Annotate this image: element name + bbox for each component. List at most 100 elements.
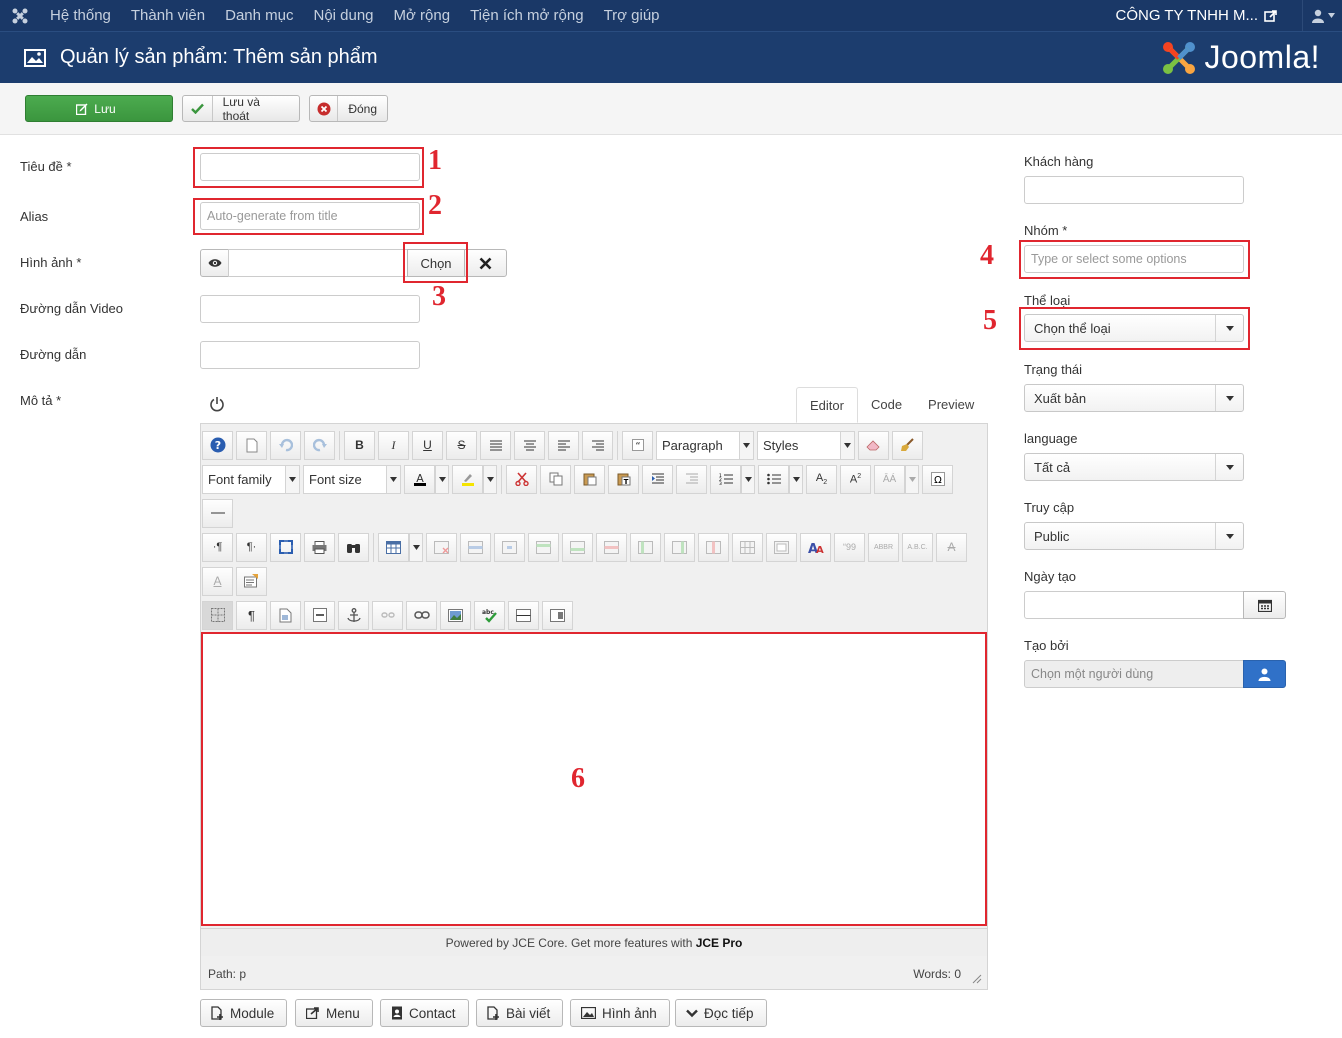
justify-full-icon[interactable] — [480, 430, 511, 460]
citation-icon[interactable]: “99 — [834, 532, 865, 562]
cell-props-icon[interactable] — [494, 532, 525, 562]
insert-col-before-icon[interactable] — [630, 532, 661, 562]
paste-icon[interactable] — [574, 464, 605, 494]
menu-extensions[interactable]: Mở rộng — [384, 0, 461, 31]
menu-categories[interactable]: Danh mục — [215, 0, 303, 31]
joomla-menu-icon[interactable] — [0, 0, 40, 31]
insert-image-button[interactable]: Hình ảnh — [570, 999, 670, 1027]
calendar-button[interactable] — [1243, 591, 1286, 619]
image-clear-button[interactable] — [464, 249, 507, 277]
chevron-down-icon[interactable] — [905, 464, 919, 494]
insert-menu-button[interactable]: Menu — [295, 999, 373, 1027]
strikethrough-icon[interactable]: S — [446, 430, 477, 460]
text-color-icon[interactable]: A — [404, 464, 435, 494]
unlink-icon[interactable] — [372, 600, 403, 630]
jce-pro-link[interactable]: JCE Pro — [696, 936, 743, 950]
special-char-icon[interactable]: Ω — [922, 464, 953, 494]
save-button[interactable]: Lưu — [25, 95, 173, 122]
chevron-down-icon[interactable] — [741, 464, 755, 494]
print-icon[interactable] — [304, 532, 335, 562]
format-select[interactable]: Paragraph — [656, 430, 754, 460]
editor-content-area[interactable] — [201, 632, 987, 926]
visual-aid-icon[interactable] — [202, 600, 233, 630]
menu-components[interactable]: Tiện ích mở rộng — [460, 0, 594, 31]
cleanup-broom-icon[interactable] — [892, 430, 923, 460]
resize-grip-icon[interactable] — [972, 974, 982, 984]
chevron-down-icon[interactable] — [789, 464, 803, 494]
chevron-down-icon[interactable] — [409, 532, 423, 562]
chevron-down-icon[interactable] — [483, 464, 497, 494]
subscript-icon[interactable]: A2 — [806, 464, 837, 494]
power-icon[interactable] — [209, 396, 225, 412]
acronym-icon[interactable]: A.B.C. — [902, 532, 933, 562]
video-url-input[interactable] — [200, 295, 420, 323]
insert-row-before-icon[interactable] — [528, 532, 559, 562]
menu-help[interactable]: Trợ giúp — [594, 0, 670, 31]
table-insert-icon[interactable] — [378, 532, 409, 562]
italic-icon[interactable]: I — [378, 430, 409, 460]
menu-users[interactable]: Thành viên — [121, 0, 215, 31]
insert-row-after-icon[interactable] — [562, 532, 593, 562]
indent-icon[interactable] — [642, 464, 673, 494]
tab-code[interactable]: Code — [858, 387, 915, 423]
site-name-link[interactable]: CÔNG TY TNHH M... — [1115, 7, 1264, 24]
fullscreen-icon[interactable] — [270, 532, 301, 562]
rtl-icon[interactable]: ¶· — [236, 532, 267, 562]
user-menu-icon[interactable] — [1302, 0, 1342, 31]
help-icon[interactable]: ? — [202, 430, 233, 460]
image-manager-icon[interactable] — [440, 600, 471, 630]
link-input[interactable] — [200, 341, 420, 369]
close-button[interactable]: Đóng — [309, 95, 388, 122]
highlight-color-icon[interactable] — [452, 464, 483, 494]
bold-icon[interactable]: B — [344, 430, 375, 460]
page-break-icon[interactable] — [304, 600, 335, 630]
paste-text-icon[interactable]: T — [608, 464, 639, 494]
status-select[interactable]: Xuất bản — [1024, 384, 1244, 412]
show-blocks-icon[interactable]: ¶ — [236, 600, 267, 630]
horizontal-line-icon[interactable] — [508, 600, 539, 630]
template-icon[interactable] — [270, 600, 301, 630]
insert-article-button[interactable]: Bài viết — [476, 999, 564, 1027]
customer-input[interactable] — [1024, 176, 1244, 204]
insertion-icon[interactable]: A — [202, 566, 233, 596]
cut-icon[interactable] — [506, 464, 537, 494]
style-props-icon[interactable]: AA — [800, 532, 831, 562]
numbered-list-icon[interactable]: 123 — [710, 464, 741, 494]
outdent-icon[interactable] — [676, 464, 707, 494]
eraser-icon[interactable] — [858, 430, 889, 460]
insert-module-button[interactable]: Module — [200, 999, 288, 1027]
character-map-icon[interactable]: ĀÁ — [874, 464, 905, 494]
spellcheck-icon[interactable]: abc — [474, 600, 505, 630]
menu-content[interactable]: Nội dung — [303, 0, 383, 31]
menu-system[interactable]: Hệ thống — [40, 0, 121, 31]
insert-col-after-icon[interactable] — [664, 532, 695, 562]
ltr-icon[interactable]: ·¶ — [202, 532, 233, 562]
created-by-input[interactable]: Chọn một người dùng — [1024, 660, 1244, 688]
created-date-input[interactable] — [1024, 591, 1244, 619]
undo-icon[interactable] — [270, 430, 301, 460]
new-document-icon[interactable] — [236, 430, 267, 460]
read-more-button[interactable]: Đọc tiếp — [675, 999, 767, 1027]
link-icon[interactable] — [406, 600, 437, 630]
redo-icon[interactable] — [304, 430, 335, 460]
superscript-icon[interactable]: A2 — [840, 464, 871, 494]
align-right-icon[interactable] — [582, 430, 613, 460]
horizontal-rule-icon[interactable] — [202, 498, 233, 528]
delete-row-icon[interactable] — [596, 532, 627, 562]
merge-cells-icon[interactable] — [766, 532, 797, 562]
select-user-button[interactable] — [1243, 660, 1286, 688]
media-icon[interactable] — [542, 600, 573, 630]
deletion-icon[interactable]: A — [936, 532, 967, 562]
chevron-down-icon[interactable] — [435, 464, 449, 494]
bullet-list-icon[interactable] — [758, 464, 789, 494]
anchor-icon[interactable] — [338, 600, 369, 630]
external-link-icon[interactable] — [1264, 9, 1278, 23]
underline-icon[interactable]: U — [412, 430, 443, 460]
split-cells-icon[interactable] — [732, 532, 763, 562]
abbreviation-icon[interactable]: ABBR — [868, 532, 899, 562]
delete-table-icon[interactable] — [426, 532, 457, 562]
language-select[interactable]: Tất cả — [1024, 453, 1244, 481]
font-size-select[interactable]: Font size — [303, 464, 401, 494]
blockquote-icon[interactable]: “ — [622, 430, 653, 460]
font-family-select[interactable]: Font family — [202, 464, 300, 494]
